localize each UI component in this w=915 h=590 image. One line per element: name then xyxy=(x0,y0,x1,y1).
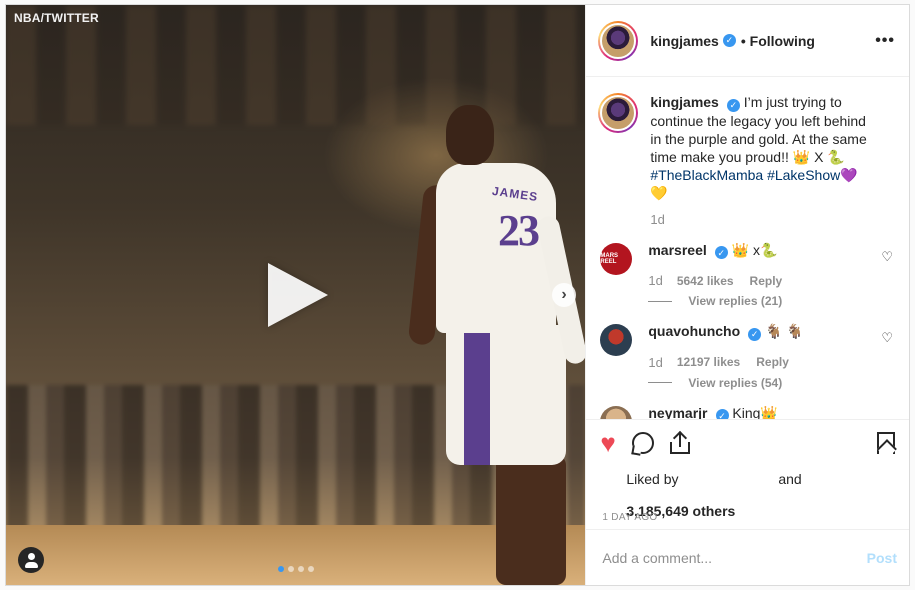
verified-badge-icon: ✓ xyxy=(715,409,729,419)
caption: kingjames ✓ I’m just trying to continue t… xyxy=(598,93,893,202)
play-icon[interactable] xyxy=(268,263,328,327)
jersey-number: 23 xyxy=(498,206,540,255)
chevron-right-icon: › xyxy=(561,286,567,303)
comment-time: 1d xyxy=(648,273,663,288)
player-figure: JAMES 23 xyxy=(406,105,586,585)
comment-item: quavohuncho ✓ 🐐 🐐 1d 12197 likes Reply Vi… xyxy=(598,322,893,390)
view-replies-button[interactable]: View replies (54) xyxy=(648,376,858,390)
reply-button[interactable]: Reply xyxy=(750,274,783,288)
verified-badge-icon: ✓ xyxy=(726,98,740,112)
carousel-indicator xyxy=(278,566,314,572)
caption-time: 1d xyxy=(650,211,665,227)
comment-item: MARS REEL marsreel ✓ 👑 x🐍 1d 5642 likes R… xyxy=(598,241,893,308)
verified-badge-icon: ✓ xyxy=(714,246,728,259)
post-actions: ♥ Liked by and 3,185,649 others 1 DAY AG… xyxy=(586,419,909,529)
liked-by-label: Liked by xyxy=(626,471,679,487)
carousel-dot xyxy=(308,566,314,572)
post-comment-button[interactable]: Post xyxy=(867,550,897,566)
user-icon xyxy=(27,553,35,560)
verified-badge-icon: ✓ xyxy=(722,34,736,47)
commenter-avatar[interactable]: MARS REEL xyxy=(600,242,633,275)
carousel-dot xyxy=(298,566,304,572)
more-options-icon[interactable]: ••• xyxy=(875,32,895,50)
add-comment-bar: Post xyxy=(586,529,909,585)
verified-badge-icon: ✓ xyxy=(748,327,762,341)
likes-count[interactable]: 3,185,649 others xyxy=(626,502,895,520)
comment-text: 👑 x🐍 xyxy=(731,241,778,258)
comment-likes[interactable]: 5642 likes xyxy=(677,274,734,288)
like-comment-heart-icon[interactable]: ♡ xyxy=(881,249,893,265)
comment-text: King👑 xyxy=(732,404,778,420)
post-timestamp: 1 DAY AGO xyxy=(602,512,658,523)
comment-time: 1d xyxy=(648,354,663,370)
caption-username[interactable]: kingjames xyxy=(650,94,718,110)
hashtag-link[interactable]: #LakeShow xyxy=(767,167,840,183)
commenter-username[interactable]: quavohuncho xyxy=(648,323,740,339)
instagram-post: NBA/TWITTER JAMES 23 › kingjames ✓ • Fol… xyxy=(5,4,910,586)
reply-button[interactable]: Reply xyxy=(756,355,789,369)
share-icon[interactable] xyxy=(669,430,690,454)
caption-avatar[interactable] xyxy=(598,93,639,133)
post-header: kingjames ✓ • Following ••• xyxy=(586,5,909,77)
like-comment-heart-icon[interactable]: ♡ xyxy=(881,330,893,346)
comment-likes[interactable]: 12197 likes xyxy=(677,355,740,369)
post-sidebar: kingjames ✓ • Following ••• kingjames ✓ I… xyxy=(585,5,909,585)
liked-by-and: and xyxy=(778,471,802,487)
comment-item: neymarjr ✓ King👑 xyxy=(598,404,893,420)
caption-text: kingjames ✓ I’m just trying to continue t… xyxy=(650,94,867,201)
comments-section: kingjames ✓ I’m just trying to continue t… xyxy=(586,77,909,419)
comment-input[interactable] xyxy=(602,549,867,566)
comment-text: 🐐 🐐 xyxy=(765,323,804,339)
commenter-avatar[interactable] xyxy=(600,324,633,356)
like-heart-icon[interactable]: ♥ xyxy=(600,430,615,456)
tagged-users-button[interactable] xyxy=(18,547,44,573)
bookmark-icon[interactable] xyxy=(877,432,895,454)
author-avatar[interactable] xyxy=(598,20,639,61)
commenter-username[interactable]: neymarjr xyxy=(648,405,707,420)
post-media-video[interactable]: NBA/TWITTER JAMES 23 › xyxy=(6,5,586,585)
hashtag-link[interactable]: #TheBlackMamba xyxy=(650,167,763,183)
action-icons: ♥ xyxy=(600,430,895,456)
commenter-username[interactable]: marsreel xyxy=(648,242,706,258)
follow-status[interactable]: • Following xyxy=(741,33,815,49)
carousel-dot xyxy=(278,566,284,572)
carousel-dot xyxy=(288,566,294,572)
view-replies-button[interactable]: View replies (21) xyxy=(648,294,858,308)
next-slide-button[interactable]: › xyxy=(552,283,576,307)
commenter-avatar[interactable] xyxy=(600,405,633,419)
comment-bubble-icon[interactable] xyxy=(631,432,654,454)
author-username[interactable]: kingjames xyxy=(650,33,718,49)
liked-by: Liked by and xyxy=(626,470,895,488)
media-watermark: NBA/TWITTER xyxy=(14,11,99,25)
